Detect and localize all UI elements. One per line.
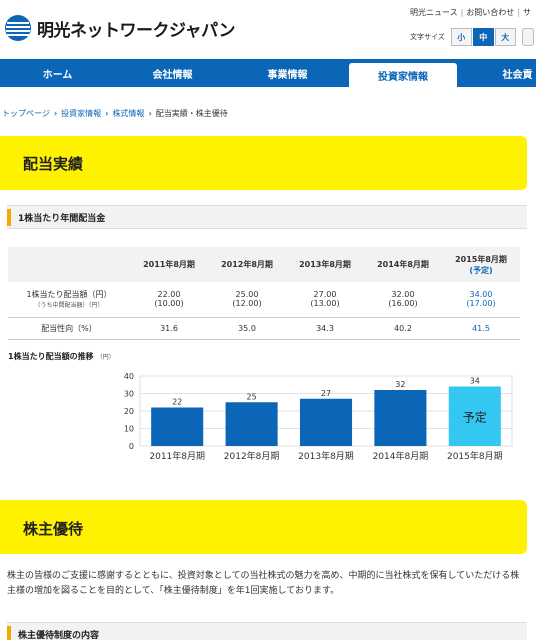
logo-text: 明光ネットワークジャパン [37,20,236,41]
data-label: 27 [321,389,331,398]
x-tick-label: 2011年8月期 [149,450,205,462]
dividend-title-box: 配当実績 [0,136,527,190]
global-nav: ホーム 会社情報 事業情報 投資家情報 社会貢 [0,59,536,87]
y-tick-label: 10 [124,425,134,434]
nav-home[interactable]: ホーム [0,59,115,87]
benefits-title-box: 株主優待 [0,500,527,554]
font-size-small-button[interactable]: 小 [450,28,472,46]
bar [225,402,278,446]
data-label: 22 [172,398,182,407]
x-tick-label: 2012年8月期 [224,450,280,462]
y-tick-label: 0 [129,442,134,451]
site-header: 明光ネットワークジャパン 明光ニュース | お問い合わせ | サ 文字サイズ 小 中 大 [0,0,536,58]
utility-links: 明光ニュース | お問い合わせ | サ [410,8,532,17]
font-size-control: 文字サイズ 小 中 大 [410,28,534,46]
breadcrumb-investors-link[interactable]: 投資家情報 [61,109,101,118]
breadcrumb-current: 配当実績・株主優待 [155,109,228,118]
table-cell: 27.00 (13.00) [310,290,340,309]
row-label: 配当性向（%） [41,323,97,333]
table-header-cell: 2011年8月期 [143,260,195,269]
page-title: 配当実績 [23,155,84,173]
dividend-table: 2011年8月期 2012年8月期 2013年8月期 2014年8月期 2015… [8,247,520,340]
forecast-label: 予定 [463,409,487,424]
table-cell: 32.00 (16.00) [388,290,418,309]
chevron-right-icon: › [148,109,152,118]
benefits-program-heading: 株主優待制度の内容 [7,622,527,640]
heading-accent-bar [7,626,11,640]
y-tick-label: 40 [124,372,134,381]
table-header-row: 2011年8月期 2012年8月期 2013年8月期 2014年8月期 2015… [8,247,520,282]
table-header-cell: 2014年8月期 [377,260,429,269]
bar [299,398,353,446]
annual-dividend-heading-text: 1株当たり年間配当金 [18,214,106,224]
table-cell: 35.0 [238,323,256,333]
table-cell: 41.5 [472,323,490,333]
breadcrumb-top-link[interactable]: トップページ [2,109,50,118]
breadcrumb: トップページ › 投資家情報 › 株式情報 › 配当実績・株主優待 [2,108,228,119]
data-label: 25 [247,392,257,401]
benefits-title: 株主優待 [23,520,84,538]
x-tick-label: 2013年8月期 [298,450,354,462]
data-label: 32 [395,380,405,389]
font-size-large-button[interactable]: 大 [494,28,516,46]
logo-globe-icon [5,15,31,41]
table-row: 配当性向（%） 31.6 35.0 34.3 40.2 41.5 [8,317,520,339]
bar [151,407,204,446]
font-size-label: 文字サイズ [410,33,445,41]
table-cell: 40.2 [394,323,412,333]
x-tick-label: 2014年8月期 [373,450,429,462]
row-label: 1株当たり配当額（円） （うち中間配当額）（円） [26,290,112,310]
nav-csr[interactable]: 社会貢 [460,59,536,87]
heading-accent-bar [7,209,11,226]
logo[interactable]: 明光ネットワークジャパン [4,14,236,42]
header-extra-button[interactable] [521,28,534,46]
forecast-note: (予定) [469,265,493,275]
chevron-right-icon: › [53,109,58,118]
nav-business[interactable]: 事業情報 [230,59,345,87]
table-cell: 22.00 (10.00) [154,290,184,309]
annual-dividend-heading: 1株当たり年間配当金 [7,205,527,229]
x-tick-label: 2015年8月期 [447,450,503,462]
sitemap-link[interactable]: サ [523,8,531,17]
nav-investors[interactable]: 投資家情報 [349,63,457,87]
breadcrumb-stock-link[interactable]: 株式情報 [112,109,144,118]
news-link[interactable]: 明光ニュース [410,8,458,17]
nav-company[interactable]: 会社情報 [115,59,230,87]
table-cell: 34.00 (17.00) [466,290,496,309]
font-size-medium-button[interactable]: 中 [472,28,494,46]
table-cell: 25.00 (12.00) [232,290,262,309]
table-row: 1株当たり配当額（円） （うち中間配当額）（円） 22.00 (10.00) 25.… [8,282,520,317]
table-cell: 34.3 [316,323,334,333]
table-header-cell: 2012年8月期 [221,260,273,269]
contact-link[interactable]: お問い合わせ [466,8,514,17]
table-header-cell: 2015年8月期 (予定) [442,247,520,282]
table-header-blank [8,247,130,282]
data-label: 34 [470,377,480,386]
y-tick-label: 20 [124,407,134,416]
table-cell: 31.6 [160,323,178,333]
y-tick-label: 30 [124,390,134,399]
chart-unit: （円） [96,354,115,361]
bar [374,390,427,446]
table-header-cell: 2013年8月期 [299,260,351,269]
dividend-bar-chart: 0 10 20 30 40 22 2011年8月期 25 2012年8月期 27 2013年8月期 3… [124,372,513,462]
chart-title: 1株当たり配当額の推移 （円） [8,352,115,361]
benefits-description: 株主の皆様のご支援に感謝するとともに、投資対象としての当社株式の魅力を高め、中期… [7,571,520,596]
benefits-program-heading-text: 株主優待制度の内容 [18,631,100,640]
chevron-right-icon: › [105,109,109,118]
